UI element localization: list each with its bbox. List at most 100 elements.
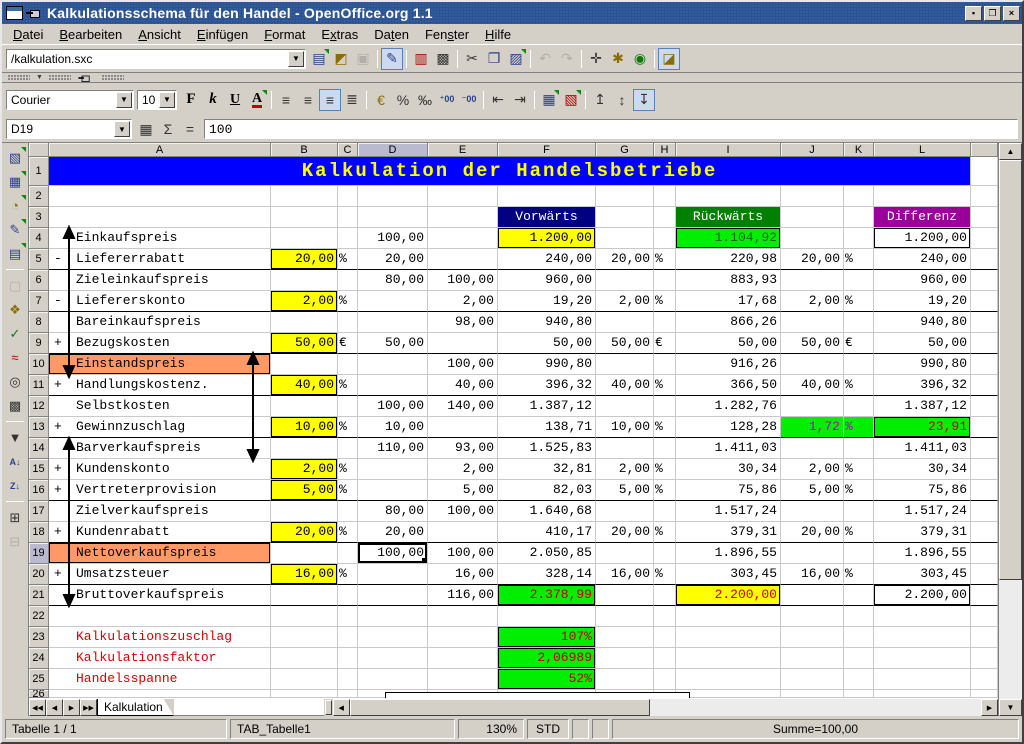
next-sheet-button[interactable]: ▶ (63, 699, 80, 716)
cell-A21[interactable]: Bruttoverkaufspreis (49, 585, 271, 606)
cell-B11[interactable]: 40,00 (271, 375, 338, 396)
cell-I26[interactable] (676, 690, 781, 698)
cell-J11[interactable]: 40,00 (781, 375, 844, 396)
cell-C13[interactable]: % (338, 417, 358, 438)
italic-button[interactable]: k (202, 89, 224, 111)
cell-I25[interactable] (676, 669, 781, 690)
menu-ansicht[interactable]: Ansicht (131, 26, 188, 43)
cell-F24[interactable]: 2,06989 (498, 648, 596, 669)
sort-ascending-icon[interactable]: A↓ (3, 450, 27, 473)
number-currency-icon[interactable]: € (370, 89, 392, 111)
minimize-button[interactable]: ▪ (965, 6, 982, 21)
cell-G23[interactable] (596, 627, 654, 648)
cell-K11[interactable]: % (844, 375, 874, 396)
row-header-22[interactable]: 22 (29, 606, 49, 627)
insert-cells-icon[interactable]: ▦ (3, 170, 27, 193)
cell-L25[interactable] (874, 669, 971, 690)
cell-K16[interactable]: % (844, 480, 874, 501)
cell-C5[interactable]: % (338, 249, 358, 270)
cell[interactable] (971, 186, 998, 207)
align-center-icon[interactable]: ≡ (297, 89, 319, 111)
cell-G17[interactable] (596, 501, 654, 522)
cell-C3[interactable] (338, 207, 358, 228)
cell-K18[interactable]: % (844, 522, 874, 543)
cell-J6[interactable] (781, 270, 844, 291)
cell-E7[interactable]: 2,00 (428, 291, 498, 312)
cell[interactable] (971, 669, 998, 690)
cell[interactable] (971, 417, 998, 438)
cell-D18[interactable]: 20,00 (358, 522, 428, 543)
cell-L6[interactable]: 960,00 (874, 270, 971, 291)
row-header-15[interactable]: 15 (29, 459, 49, 480)
cell-D19[interactable]: 100,00 (358, 543, 428, 564)
cell-G5[interactable]: 20,00 (596, 249, 654, 270)
cell-B19[interactable] (271, 543, 338, 564)
cell-A26[interactable] (49, 690, 271, 698)
cell-I17[interactable]: 1.517,24 (676, 501, 781, 522)
cell-B26[interactable] (271, 690, 338, 698)
cell-C8[interactable] (338, 312, 358, 333)
cell-B23[interactable] (271, 627, 338, 648)
cell-E23[interactable] (428, 627, 498, 648)
number-percent-icon[interactable]: % (392, 89, 414, 111)
cell-J18[interactable]: 20,00 (781, 522, 844, 543)
cell[interactable] (971, 585, 998, 606)
decrease-indent-icon[interactable]: ⇤ (487, 89, 509, 111)
cell-H13[interactable]: % (654, 417, 676, 438)
column-header-J[interactable]: J (781, 143, 844, 157)
cell-L12[interactable]: 1.387,12 (874, 396, 971, 417)
cell-A14[interactable]: Barverkaufspreis (49, 438, 271, 459)
cell-B10[interactable] (271, 354, 338, 375)
cell-B24[interactable] (271, 648, 338, 669)
cell-L18[interactable]: 379,31 (874, 522, 971, 543)
cell-F9[interactable]: 50,00 (498, 333, 596, 354)
cell-L16[interactable]: 75,86 (874, 480, 971, 501)
prev-sheet-button[interactable]: ◀ (46, 699, 63, 716)
cell-E6[interactable]: 100,00 (428, 270, 498, 291)
edit-file-icon[interactable]: ✎ (381, 48, 403, 70)
column-header-G[interactable]: G (596, 143, 654, 157)
cell-D11[interactable] (358, 375, 428, 396)
close-button[interactable]: × (1003, 6, 1020, 21)
cell-I13[interactable]: 128,28 (676, 417, 781, 438)
cell-C19[interactable] (338, 543, 358, 564)
cell-J4[interactable] (781, 228, 844, 249)
menu-bearbeiten[interactable]: Bearbeiten (52, 26, 129, 43)
cell-A17[interactable]: Zielverkaufspreis (49, 501, 271, 522)
background-color-icon[interactable]: ▧ (560, 89, 582, 111)
cell-J24[interactable] (781, 648, 844, 669)
row-header-21[interactable]: 21 (29, 585, 49, 606)
cell[interactable] (971, 291, 998, 312)
menu-datei[interactable]: Datei (6, 26, 50, 43)
chevron-down-icon[interactable]: ▼ (159, 92, 175, 108)
cell-L7[interactable]: 19,20 (874, 291, 971, 312)
cell-L10[interactable]: 990,80 (874, 354, 971, 375)
status-sum[interactable]: Summe=100,00 (612, 719, 1019, 739)
cell-G7[interactable]: 2,00 (596, 291, 654, 312)
cell-E15[interactable]: 2,00 (428, 459, 498, 480)
cell-I4[interactable]: 1.104,92 (676, 228, 781, 249)
row-header-24[interactable]: 24 (29, 648, 49, 669)
column-header-K[interactable]: K (844, 143, 874, 157)
cell-C22[interactable] (338, 606, 358, 627)
cell-C11[interactable]: % (338, 375, 358, 396)
cell-I16[interactable]: 75,86 (676, 480, 781, 501)
row-header-7[interactable]: 7 (29, 291, 49, 312)
cell-I18[interactable]: 379,31 (676, 522, 781, 543)
cell-I2[interactable] (676, 186, 781, 207)
cell[interactable] (971, 480, 998, 501)
cell-J23[interactable] (781, 627, 844, 648)
cell-G10[interactable] (596, 354, 654, 375)
chevron-down-icon[interactable]: ▼ (288, 51, 304, 67)
print-icon[interactable]: ▩ (432, 48, 454, 70)
row-header-11[interactable]: 11 (29, 375, 49, 396)
cell-F14[interactable]: 1.525,83 (498, 438, 596, 459)
cell-I23[interactable] (676, 627, 781, 648)
cell-H24[interactable] (654, 648, 676, 669)
cell-E20[interactable]: 16,00 (428, 564, 498, 585)
cell-J7[interactable]: 2,00 (781, 291, 844, 312)
toolbar-grip[interactable] (49, 75, 71, 80)
autofilter-icon[interactable]: ▼ (3, 426, 27, 449)
status-zoom[interactable]: 130% (458, 719, 524, 739)
cell-L22[interactable] (874, 606, 971, 627)
